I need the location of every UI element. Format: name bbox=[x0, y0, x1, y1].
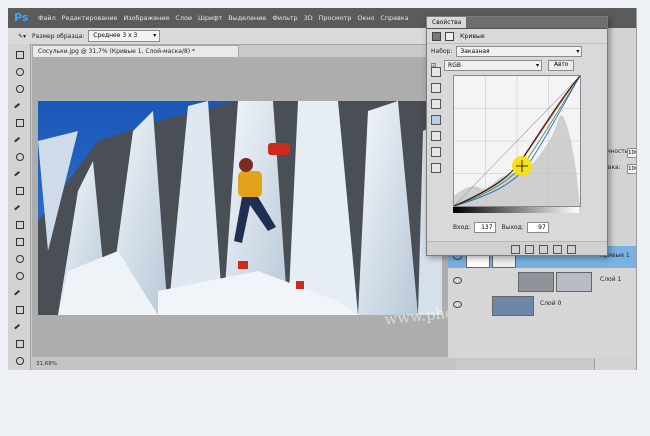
output-label: Выход: bbox=[501, 224, 524, 231]
layer-thumbnail bbox=[518, 272, 554, 292]
clip-to-layer-icon[interactable] bbox=[511, 245, 520, 254]
layer-row[interactable]: Слой 1 bbox=[448, 270, 636, 292]
layer-thumbnail bbox=[492, 296, 534, 316]
menu-3d[interactable]: 3D bbox=[304, 14, 313, 22]
fill-field[interactable]: 100% bbox=[627, 164, 636, 174]
trash-icon[interactable] bbox=[567, 245, 576, 254]
properties-tab-bar: Свойства bbox=[427, 17, 607, 29]
channel-row: ⊡ RGB ▾ Авто bbox=[427, 58, 607, 72]
eraser-tool-icon[interactable] bbox=[13, 218, 25, 230]
eye-icon[interactable] bbox=[453, 277, 462, 284]
menu-help[interactable]: Справка bbox=[380, 14, 408, 22]
preset-row: Набор: Заказная ▾ bbox=[427, 44, 607, 58]
input-levels-slider[interactable] bbox=[453, 207, 579, 213]
sample-size-label: Размер образца: bbox=[32, 32, 85, 40]
properties-title: Кривые bbox=[460, 32, 485, 40]
smooth-icon[interactable] bbox=[431, 147, 441, 157]
marquee-tool-icon[interactable] bbox=[13, 65, 25, 77]
menu-edit[interactable]: Редактирование bbox=[62, 14, 118, 22]
sample-size-select[interactable]: Среднее 3 х 3 ▾ bbox=[88, 30, 161, 42]
channel-select[interactable]: RGB ▾ bbox=[444, 59, 543, 71]
preset-label: Набор: bbox=[431, 47, 453, 55]
chevron-down-icon: ▾ bbox=[536, 61, 540, 69]
pen-tool-icon[interactable] bbox=[13, 286, 25, 300]
rectangle-tool-icon[interactable] bbox=[13, 337, 25, 349]
healing-brush-tool-icon[interactable] bbox=[13, 150, 25, 162]
reset-icon[interactable] bbox=[539, 245, 548, 254]
pencil-icon[interactable] bbox=[431, 131, 441, 141]
curves-graph-svg bbox=[453, 75, 581, 207]
channel-value: RGB bbox=[448, 61, 461, 69]
sample-size-value: Среднее 3 х 3 bbox=[93, 32, 138, 39]
menu-image[interactable]: Изображение bbox=[123, 14, 169, 22]
menu-layers[interactable]: Слои bbox=[175, 14, 192, 22]
blur-tool-icon[interactable] bbox=[13, 252, 25, 264]
type-tool-icon[interactable] bbox=[13, 303, 25, 315]
clone-stamp-tool-icon[interactable] bbox=[13, 184, 25, 196]
clipping-warning-icon[interactable] bbox=[431, 163, 441, 173]
auto-button[interactable]: Авто bbox=[548, 59, 575, 71]
eyedropper-tool-icon[interactable] bbox=[13, 133, 25, 147]
photoshop-window: Ps Файл Редактирование Изображение Слои … bbox=[8, 8, 637, 370]
brush-tool-icon[interactable] bbox=[13, 167, 25, 181]
chevron-down-icon: ▾ bbox=[153, 32, 157, 39]
curves-adjustment-icon bbox=[432, 31, 441, 41]
output-field[interactable]: 97 bbox=[526, 222, 549, 233]
properties-panel: Свойства Кривые Набор: Заказная ▾ ⊡ RGB … bbox=[426, 16, 608, 256]
menu-type[interactable]: Шрифт bbox=[198, 14, 222, 22]
eyedropper-white-icon[interactable] bbox=[431, 99, 441, 109]
dodge-tool-icon[interactable] bbox=[13, 269, 25, 281]
lasso-tool-icon[interactable] bbox=[13, 82, 25, 94]
path-select-tool-icon[interactable] bbox=[13, 320, 25, 334]
menu-file[interactable]: Файл bbox=[38, 14, 56, 22]
menu-filter[interactable]: Фильтр bbox=[272, 14, 297, 22]
ice-climber-photo bbox=[38, 101, 442, 315]
preset-select[interactable]: Заказная ▾ bbox=[456, 45, 583, 57]
zoom-readout: 31,68% bbox=[36, 361, 57, 367]
layer-mask-thumbnail bbox=[556, 272, 592, 292]
visibility-icon[interactable] bbox=[553, 245, 562, 254]
properties-footer bbox=[427, 241, 607, 255]
crop-tool-icon[interactable] bbox=[13, 116, 25, 128]
hand-tool-icon[interactable] bbox=[13, 354, 25, 366]
quick-select-tool-icon[interactable] bbox=[13, 99, 25, 113]
layer-row[interactable]: Слой 0 bbox=[448, 294, 636, 316]
tools-panel bbox=[8, 44, 31, 370]
opacity-field[interactable]: 100% bbox=[627, 148, 636, 158]
app-logo: Ps bbox=[14, 11, 29, 24]
history-brush-tool-icon[interactable] bbox=[13, 201, 25, 215]
properties-header: Кривые bbox=[427, 29, 607, 44]
gradient-tool-icon[interactable] bbox=[13, 235, 25, 247]
curve-tools bbox=[431, 67, 443, 179]
menu-window[interactable]: Окно bbox=[357, 14, 374, 22]
properties-tab[interactable]: Свойства bbox=[427, 17, 467, 28]
layer-name: Слой 0 bbox=[540, 300, 562, 307]
input-output-row: Вход: 137 Выход: 97 bbox=[453, 222, 555, 233]
eyedropper-icon[interactable]: ✎▾ bbox=[18, 33, 26, 40]
status-bar: 31,68% bbox=[32, 358, 456, 370]
menu-view[interactable]: Просмотр bbox=[319, 14, 352, 22]
chevron-down-icon: ▾ bbox=[576, 47, 580, 55]
input-label: Вход: bbox=[453, 224, 471, 231]
view-previous-icon[interactable] bbox=[525, 245, 534, 254]
layers-panel: Кривые 1 Слой 1 Слой 0 bbox=[448, 246, 636, 358]
curve-points-icon[interactable] bbox=[431, 115, 441, 125]
preset-value: Заказная bbox=[460, 47, 490, 55]
eyedropper-gray-icon[interactable] bbox=[431, 83, 441, 93]
mask-icon[interactable] bbox=[445, 31, 454, 41]
move-tool-icon[interactable] bbox=[13, 48, 25, 60]
input-field[interactable]: 137 bbox=[473, 222, 496, 233]
layer-name: Слой 1 bbox=[600, 276, 622, 283]
eye-icon[interactable] bbox=[453, 301, 462, 308]
curves-graph[interactable] bbox=[453, 75, 581, 207]
canvas-image bbox=[38, 101, 442, 315]
menu-select[interactable]: Выделение bbox=[228, 14, 266, 22]
eyedropper-black-icon[interactable] bbox=[431, 67, 441, 77]
